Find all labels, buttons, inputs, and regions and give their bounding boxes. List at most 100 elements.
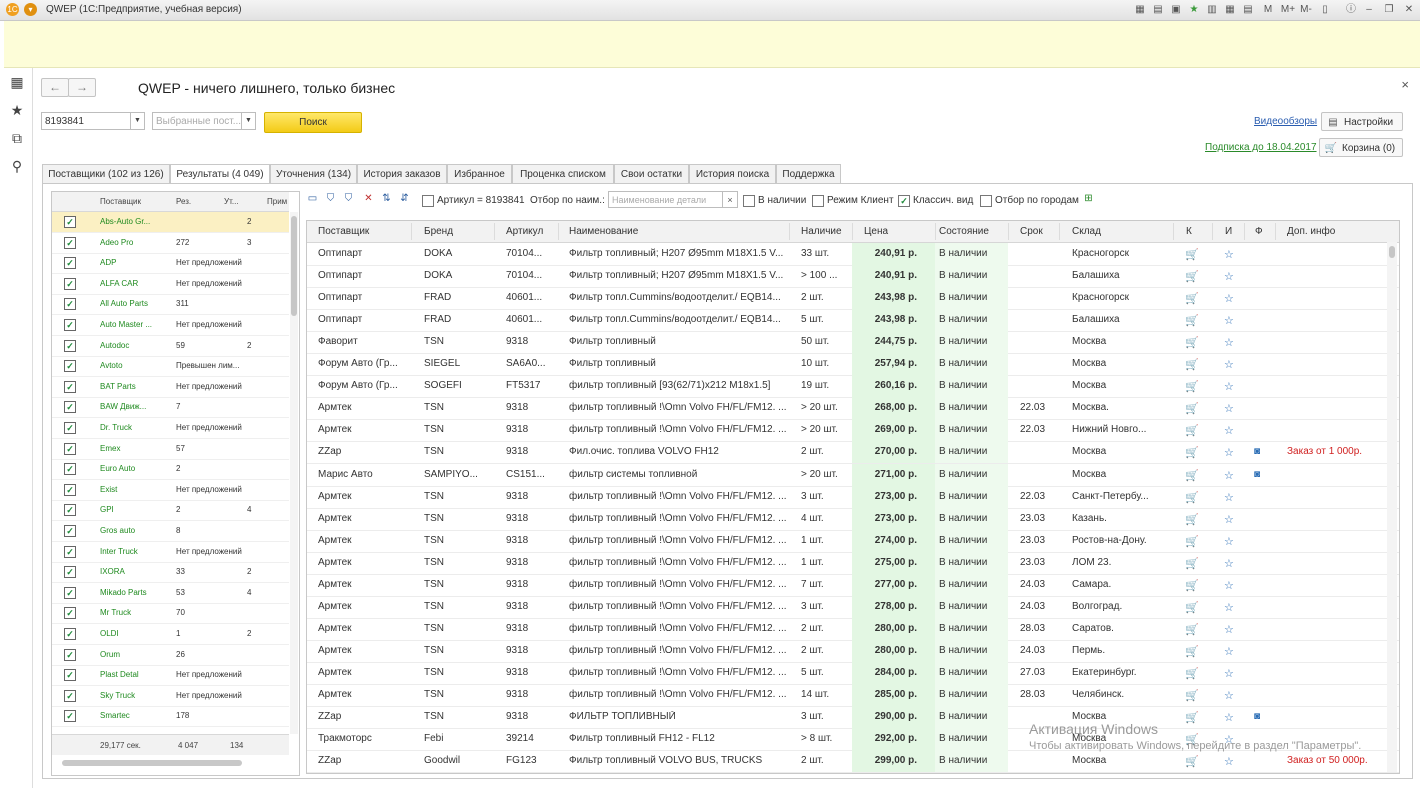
table-row[interactable]: Армтек TSN 9318 фильтр топливный !\Omn Volv… — [307, 617, 1399, 641]
filter-clear-icon[interactable]: ✕ — [362, 192, 375, 205]
col-term[interactable]: Срок — [1020, 226, 1043, 237]
table-row[interactable]: Армтек TSN 9318 фильтр топливный !\Omn Volv… — [307, 573, 1399, 597]
col-price[interactable]: Цена — [864, 226, 888, 237]
supplier-checkbox[interactable]: ✓ — [64, 442, 76, 455]
close-form-icon[interactable]: × — [1401, 77, 1409, 92]
list-item[interactable]: ✓ Sky Truck Нет предложений — [52, 686, 289, 707]
subscription-link[interactable]: Подписка до 18.04.2017 — [1205, 142, 1317, 153]
table-row[interactable]: ZZap Goodwil FG123 Фильтр топливный VOLVO B… — [307, 750, 1399, 773]
memory-minus-button[interactable]: M- — [1297, 3, 1315, 16]
list-item[interactable]: ✓ Autodoc 59 2 — [52, 336, 289, 357]
list-item[interactable]: ✓ IXORA 33 2 — [52, 562, 289, 584]
tab-support[interactable]: Поддержка — [776, 164, 841, 183]
grid-menu-icon[interactable]: ▦ — [9, 74, 25, 90]
list-item[interactable]: ✓ ADP Нет предложений — [52, 253, 289, 275]
add-to-cart-icon[interactable]: 🛒 — [1185, 336, 1199, 349]
favorite-star-icon[interactable]: ☆ — [1224, 623, 1234, 636]
classic-view-checkbox[interactable]: ✓ — [898, 195, 910, 207]
add-to-cart-icon[interactable]: 🛒 — [1185, 557, 1199, 570]
tab-results[interactable]: Результаты (4 049) — [170, 164, 270, 184]
favorite-star-icon[interactable]: ☆ — [1224, 711, 1234, 724]
col-supplier[interactable]: Поставщик — [318, 226, 369, 237]
col-article[interactable]: Артикул — [506, 226, 543, 237]
add-to-cart-icon[interactable]: 🛒 — [1185, 623, 1199, 636]
table-row[interactable]: Армтек TSN 9318 фильтр топливный !\Omn Volv… — [307, 397, 1399, 421]
favorite-star-icon[interactable]: ☆ — [1224, 358, 1234, 371]
add-to-cart-icon[interactable]: 🛒 — [1185, 469, 1199, 482]
table-row[interactable]: Форум Авто (Гр... SIEGEL SA6A0... Фильтр то… — [307, 353, 1399, 377]
table-row[interactable]: Армтек TSN 9318 фильтр топливный !\Omn Volv… — [307, 507, 1399, 531]
col-supplier[interactable]: Поставщик — [100, 197, 141, 206]
table-row[interactable]: Армтек TSN 9318 фильтр топливный !\Omn Volv… — [307, 419, 1399, 443]
favorite-star-icon[interactable]: ☆ — [1224, 292, 1234, 305]
article-input[interactable]: 8193841 ▼ — [41, 112, 145, 130]
search-icon[interactable]: ⚲ — [9, 158, 25, 174]
add-to-cart-icon[interactable]: 🛒 — [1185, 491, 1199, 504]
history-icon[interactable]: ⧉ — [9, 130, 25, 146]
toolbar-icon[interactable]: ▥ — [1205, 3, 1219, 16]
favorite-star-icon[interactable]: ☆ — [1224, 557, 1234, 570]
add-column-icon[interactable]: ⊞ — [1082, 192, 1095, 205]
scroll-thumb[interactable] — [291, 216, 297, 316]
supplier-checkbox[interactable]: ✓ — [64, 689, 76, 702]
toolbar-icon[interactable]: ★ — [1187, 3, 1201, 16]
favorite-star-icon[interactable]: ☆ — [1224, 667, 1234, 680]
tab-own-stock[interactable]: Свои остатки — [614, 164, 689, 183]
suppliers-select[interactable]: Выбранные пост... ▼ — [152, 112, 256, 130]
scroll-thumb[interactable] — [1389, 246, 1395, 258]
table-row[interactable]: Армтек TSN 9318 фильтр топливный !\Omn Volv… — [307, 639, 1399, 663]
supplier-checkbox[interactable]: ✓ — [64, 298, 76, 311]
list-item[interactable]: ✓ Adeo Pro 272 3 — [52, 233, 289, 254]
col-name[interactable]: Наименование — [569, 226, 638, 237]
restore-icon[interactable]: ❐ — [1382, 3, 1396, 16]
add-to-cart-icon[interactable]: 🛒 — [1185, 689, 1199, 702]
favorite-star-icon[interactable]: ☆ — [1224, 755, 1234, 768]
table-row[interactable]: Армтек TSN 9318 фильтр топливный !\Omn Volv… — [307, 684, 1399, 707]
table-row[interactable]: Оптипарт DOKA 70104... Фильтр топливный; H2… — [307, 243, 1399, 266]
add-to-cart-icon[interactable]: 🛒 — [1185, 380, 1199, 393]
article-filter-checkbox[interactable] — [422, 195, 434, 207]
video-reviews-link[interactable]: Видеообзоры — [1254, 116, 1317, 127]
supplier-checkbox[interactable]: ✓ — [64, 216, 76, 228]
supplier-hscrollbar[interactable] — [62, 760, 242, 766]
sort-asc-icon[interactable]: ⇅ — [380, 192, 393, 205]
tab-favorites[interactable]: Избранное — [447, 164, 512, 183]
list-item[interactable]: ✓ Mikado Parts 53 4 — [52, 583, 289, 604]
supplier-checkbox[interactable]: ✓ — [64, 319, 76, 331]
supplier-checkbox[interactable]: ✓ — [64, 339, 76, 352]
clear-icon[interactable]: × — [722, 192, 737, 207]
favorite-star-icon[interactable]: ☆ — [1224, 579, 1234, 592]
table-row[interactable]: Оптипарт DOKA 70104... Фильтр топливный; H2… — [307, 265, 1399, 289]
add-to-cart-icon[interactable]: 🛒 — [1185, 601, 1199, 614]
favorite-star-icon[interactable]: ☆ — [1224, 336, 1234, 349]
add-to-cart-icon[interactable]: 🛒 — [1185, 711, 1199, 724]
list-item[interactable]: ✓ BAT Parts Нет предложений — [52, 377, 289, 398]
favorite-star-icon[interactable]: ☆ — [1224, 469, 1234, 482]
col-refinements[interactable]: Ут... — [224, 197, 239, 206]
tab-price-list[interactable]: Проценка списком — [512, 164, 614, 183]
supplier-checkbox[interactable]: ✓ — [64, 504, 76, 517]
camera-icon[interactable]: ◙ — [1254, 711, 1260, 722]
menu-icon[interactable]: ▾ — [24, 3, 37, 16]
add-to-cart-icon[interactable]: 🛒 — [1185, 248, 1199, 261]
toolbar-icon[interactable]: ▤ — [1151, 3, 1165, 16]
list-item[interactable]: ✓ OLDI 1 2 — [52, 624, 289, 645]
add-to-cart-icon[interactable]: 🛒 — [1185, 314, 1199, 327]
list-item[interactable]: ✓ Exist Нет предложений — [52, 480, 289, 501]
chevron-down-icon[interactable]: ▼ — [130, 113, 144, 129]
minimize-icon[interactable]: – — [1362, 3, 1376, 16]
sort-desc-icon[interactable]: ⇵ — [398, 192, 411, 205]
name-filter-input[interactable]: Наименование детали × — [608, 191, 738, 208]
list-item[interactable]: ✓ BAW Движ... 7 — [52, 397, 289, 419]
supplier-checkbox[interactable]: ✓ — [64, 236, 76, 249]
list-item[interactable]: ✓ Dr. Truck Нет предложений — [52, 418, 289, 439]
supplier-checkbox[interactable]: ✓ — [64, 463, 76, 476]
favorite-star-icon[interactable]: ☆ — [1224, 446, 1234, 459]
table-row[interactable]: Армтек TSN 9318 фильтр топливный !\Omn Volv… — [307, 485, 1399, 509]
list-item[interactable]: ✓ GPI 2 4 — [52, 500, 289, 522]
table-row[interactable]: ZZap TSN 9318 ФИЛЬТР ТОПЛИВНЫЙ 3 шт. 290,00 р… — [307, 706, 1399, 730]
app-icon[interactable]: 1C — [6, 3, 19, 16]
filter-icon[interactable]: ⛉ — [324, 192, 337, 205]
supplier-checkbox[interactable]: ✓ — [64, 710, 76, 723]
col-cart[interactable]: К — [1186, 226, 1192, 237]
